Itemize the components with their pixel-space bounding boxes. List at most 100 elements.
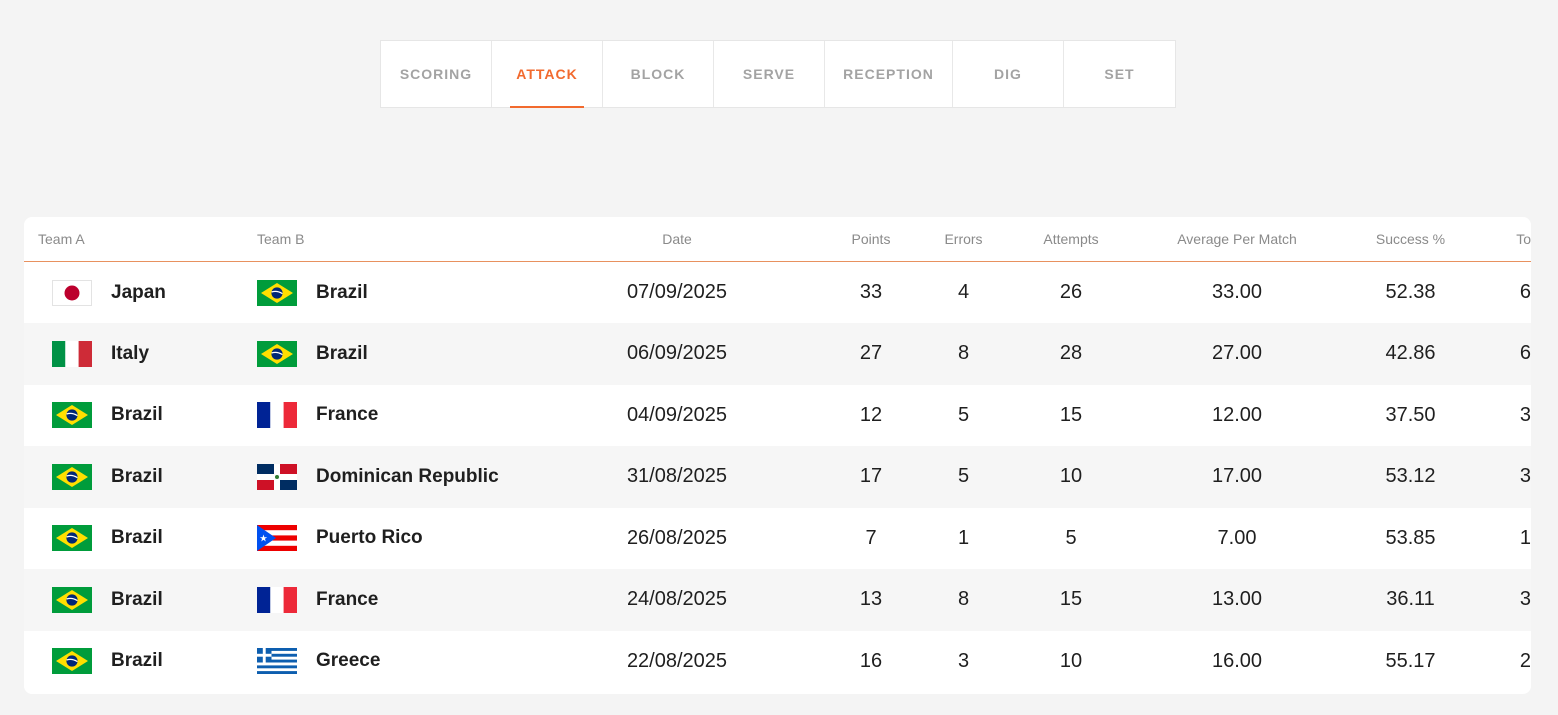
team-b-cell: France (243, 569, 543, 631)
header-team-a: Team A (24, 217, 243, 262)
brazil-flag-icon (52, 648, 92, 675)
header-attempts: Attempts (996, 217, 1146, 262)
header-errors: Errors (931, 217, 996, 262)
team-b-name: Brazil (316, 281, 368, 303)
date-cell: 04/09/2025 (626, 403, 728, 426)
tab-attack[interactable]: ATTACK (492, 41, 603, 108)
header-average: Average Per Match (1146, 217, 1328, 262)
team-b-name: France (316, 404, 379, 426)
date-cell: 26/08/2025 (626, 526, 728, 549)
total-cell: 63 (1519, 281, 1531, 303)
average-cell: 7.00 (1217, 526, 1257, 549)
header-success: Success % (1328, 217, 1493, 262)
attempts-cell: 10 (1059, 649, 1083, 672)
team-a-cell: Brazil (24, 446, 243, 508)
errors-cell: 1 (957, 526, 970, 549)
france-flag-icon (257, 586, 297, 613)
attempts-cell: 28 (1059, 342, 1083, 365)
header-total: Total (1493, 217, 1531, 262)
attempts-cell: 26 (1059, 281, 1083, 303)
brazil-flag-icon (52, 586, 92, 613)
table-header-row: Team A Team B Date Points Errors Attempt… (24, 217, 1531, 262)
team-a-cell: Brazil (24, 631, 243, 693)
brazil-flag-icon (52, 402, 92, 429)
team-a-cell: Japan (24, 262, 243, 324)
tab-reception[interactable]: RECEPTION (825, 41, 953, 107)
success-cell: 53.85 (1385, 526, 1436, 549)
table-row[interactable]: Brazil France 24/08/2025 13 8 15 13.00 3… (24, 569, 1531, 631)
total-cell: 13 (1519, 526, 1531, 549)
team-b-name: Dominican Republic (316, 465, 499, 487)
date-cell: 31/08/2025 (626, 465, 728, 488)
success-cell: 52.38 (1385, 281, 1436, 303)
errors-cell: 3 (957, 649, 970, 672)
success-cell: 36.11 (1386, 588, 1435, 611)
table-row[interactable]: Brazil Puerto Rico 26/08/2025 7 1 5 7.00… (24, 508, 1531, 570)
stats-tab-bar: SCORING ATTACK BLOCK SERVE RECEPTION DIG… (380, 40, 1176, 108)
header-date: Date (543, 217, 811, 262)
greece-flag-icon (257, 648, 297, 675)
table-row[interactable]: Brazil France 04/09/2025 12 5 15 12.00 3… (24, 385, 1531, 447)
team-a-name: Brazil (111, 465, 163, 487)
points-cell: 33 (859, 281, 883, 303)
team-a-cell: Brazil (24, 569, 243, 631)
team-b-cell: Puerto Rico (243, 508, 543, 570)
brazil-flag-icon (52, 463, 92, 490)
success-cell: 55.17 (1385, 649, 1436, 672)
table-row[interactable]: Brazil Dominican Republic 31/08/2025 17 … (24, 446, 1531, 508)
total-cell: 63 (1519, 342, 1531, 365)
team-a-name: Brazil (111, 404, 163, 426)
header-points: Points (811, 217, 931, 262)
total-cell: 36 (1519, 588, 1531, 611)
table-row[interactable]: Italy Brazil 06/09/2025 27 8 28 27.00 42… (24, 323, 1531, 385)
date-cell: 22/08/2025 (626, 649, 728, 672)
team-b-cell: Brazil (243, 323, 543, 385)
team-b-cell: France (243, 385, 543, 447)
points-cell: 27 (859, 342, 883, 365)
team-a-name: Italy (111, 342, 150, 364)
france-flag-icon (257, 402, 297, 429)
success-cell: 53.12 (1385, 465, 1436, 488)
average-cell: 17.00 (1211, 465, 1263, 488)
average-cell: 33.00 (1211, 281, 1263, 303)
team-a-name: Japan (111, 281, 166, 303)
attack-stats-table: Team A Team B Date Points Errors Attempt… (24, 217, 1531, 692)
team-b-cell: Brazil (243, 262, 543, 324)
brazil-flag-icon (52, 525, 92, 552)
team-a-name: Brazil (111, 588, 163, 610)
average-cell: 16.00 (1211, 649, 1263, 672)
team-a-cell: Brazil (24, 508, 243, 570)
average-cell: 12.00 (1211, 403, 1263, 426)
success-cell: 37.50 (1385, 403, 1436, 426)
errors-cell: 4 (957, 281, 970, 303)
team-b-cell: Dominican Republic (243, 446, 543, 508)
header-team-b: Team B (243, 217, 543, 262)
tab-set[interactable]: SET (1064, 41, 1175, 107)
date-cell: 07/09/2025 (626, 281, 728, 303)
attempts-cell: 10 (1059, 465, 1083, 488)
tab-block[interactable]: BLOCK (603, 41, 714, 107)
tab-dig[interactable]: DIG (953, 41, 1064, 107)
points-cell: 13 (859, 588, 883, 611)
success-cell: 42.86 (1385, 342, 1436, 365)
total-cell: 32 (1519, 465, 1531, 488)
errors-cell: 8 (957, 342, 970, 365)
tab-scoring[interactable]: SCORING (381, 41, 492, 107)
total-cell: 32 (1519, 403, 1531, 426)
points-cell: 16 (859, 649, 883, 672)
table-row[interactable]: Brazil Greece 22/08/2025 16 3 10 16.00 5… (24, 631, 1531, 693)
team-a-name: Brazil (111, 527, 163, 549)
total-cell: 29 (1519, 649, 1531, 672)
table-row[interactable]: Japan Brazil 07/09/2025 33 4 26 33.00 52… (24, 262, 1531, 324)
date-cell: 06/09/2025 (626, 342, 728, 365)
team-b-name: Brazil (316, 342, 368, 364)
team-a-name: Brazil (111, 650, 163, 672)
attempts-cell: 15 (1059, 588, 1083, 611)
puerto-rico-flag-icon (257, 525, 297, 552)
tab-serve[interactable]: SERVE (714, 41, 825, 107)
points-cell: 12 (859, 403, 883, 426)
average-cell: 13.00 (1211, 588, 1263, 611)
japan-flag-icon (52, 279, 92, 306)
attempts-cell: 15 (1059, 403, 1083, 426)
points-cell: 17 (859, 465, 883, 488)
